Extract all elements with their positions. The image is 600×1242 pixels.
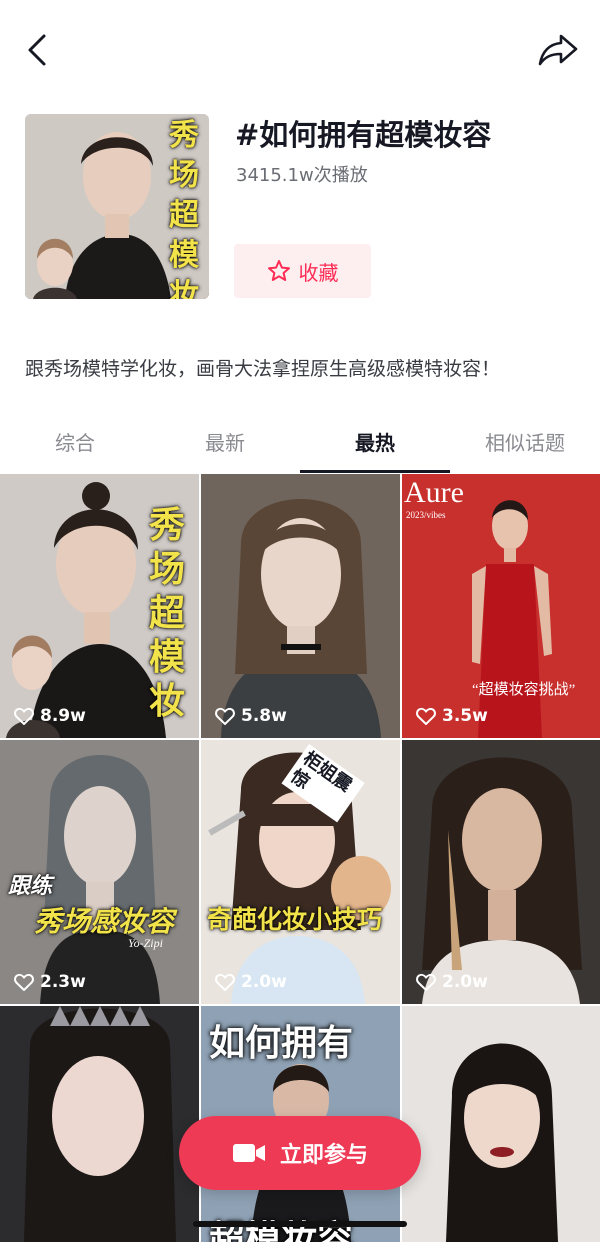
like-count-value: 2.3w	[40, 972, 86, 992]
active-tab-indicator	[300, 470, 450, 473]
topic-title: #如何拥有超模妆容	[235, 118, 492, 152]
join-button[interactable]: 立即参与	[179, 1116, 421, 1190]
like-count: 5.8w	[215, 706, 287, 726]
video-overlay-text-2: 秀场感妆容	[34, 905, 175, 938]
back-arrow-icon	[28, 34, 46, 66]
cover-overlay-text: 秀场超模妆	[169, 118, 199, 299]
like-count-value: 2.0w	[241, 972, 287, 992]
like-count: 8.9w	[14, 706, 86, 726]
heart-icon	[215, 973, 235, 991]
top-bar	[0, 0, 600, 100]
video-thumbnail	[201, 474, 400, 738]
heart-icon	[14, 707, 34, 725]
like-count-value: 8.9w	[40, 706, 86, 726]
like-count-value: 2.0w	[442, 972, 488, 992]
heart-icon	[416, 707, 436, 725]
video-card[interactable]: 跟练 秀场感妆容 Yo-Zipi 2.3w	[0, 740, 199, 1004]
tab-latest[interactable]: 最新	[150, 420, 300, 466]
video-overlay-text: “超模妆容挑战”	[472, 682, 576, 698]
video-card[interactable]: 柜姐震惊 奇葩化妆小技巧 2.0w	[201, 740, 400, 1004]
video-card[interactable]: Aure 2023/vibes “超模妆容挑战” 3.5w	[402, 474, 600, 738]
home-indicator	[193, 1221, 407, 1227]
video-overlay-text: 奇葩化妆小技巧	[207, 905, 383, 934]
like-count-value: 5.8w	[241, 706, 287, 726]
video-overlay-text-1: 跟练	[8, 874, 53, 899]
video-thumbnail	[0, 1006, 199, 1242]
like-count-value: 3.5w	[442, 706, 488, 726]
topic-cover-image: 秀场超模妆	[25, 114, 209, 299]
topic-description: 跟秀场模特学化妆，画骨大法拿捏原生高级感模特妆容！	[25, 358, 501, 380]
tab-hottest[interactable]: 最热	[300, 420, 450, 466]
share-button[interactable]	[536, 28, 580, 72]
star-icon	[267, 260, 290, 281]
like-count: 2.3w	[14, 972, 86, 992]
creator-signature: Yo-Zipi	[128, 936, 163, 950]
play-count: 3415.1w次播放	[236, 165, 368, 186]
like-count: 2.0w	[215, 972, 287, 992]
video-card[interactable]: 2.0w	[402, 740, 600, 1004]
video-thumbnail	[402, 1006, 600, 1242]
video-card[interactable]: 秀场超模妆 8.9w	[0, 474, 199, 738]
join-button-label: 立即参与	[279, 1143, 368, 1168]
video-overlay-text-top: 如何拥有	[209, 1023, 354, 1064]
heart-icon	[215, 707, 235, 725]
magazine-subtitle: 2023/vibes	[406, 510, 446, 520]
video-card[interactable]	[402, 1006, 600, 1242]
video-thumbnail	[402, 740, 600, 1004]
share-arrow-icon	[538, 34, 578, 66]
heart-icon	[14, 973, 34, 991]
like-count: 3.5w	[416, 706, 488, 726]
video-card[interactable]	[0, 1006, 199, 1242]
tab-bar: 综合 最新 最热 相似话题	[0, 420, 600, 472]
tab-comprehensive[interactable]: 综合	[0, 420, 150, 466]
video-card[interactable]: 5.8w	[201, 474, 400, 738]
video-camera-icon	[232, 1144, 265, 1162]
video-overlay-text: 秀场超模妆	[149, 505, 186, 722]
magazine-brand: Aure	[404, 476, 464, 509]
back-button[interactable]	[20, 30, 60, 70]
tab-similar-topics[interactable]: 相似话题	[450, 420, 600, 466]
favorite-label: 收藏	[298, 260, 339, 285]
favorite-button[interactable]: 收藏	[234, 244, 371, 298]
like-count: 2.0w	[416, 972, 488, 992]
heart-icon	[416, 973, 436, 991]
